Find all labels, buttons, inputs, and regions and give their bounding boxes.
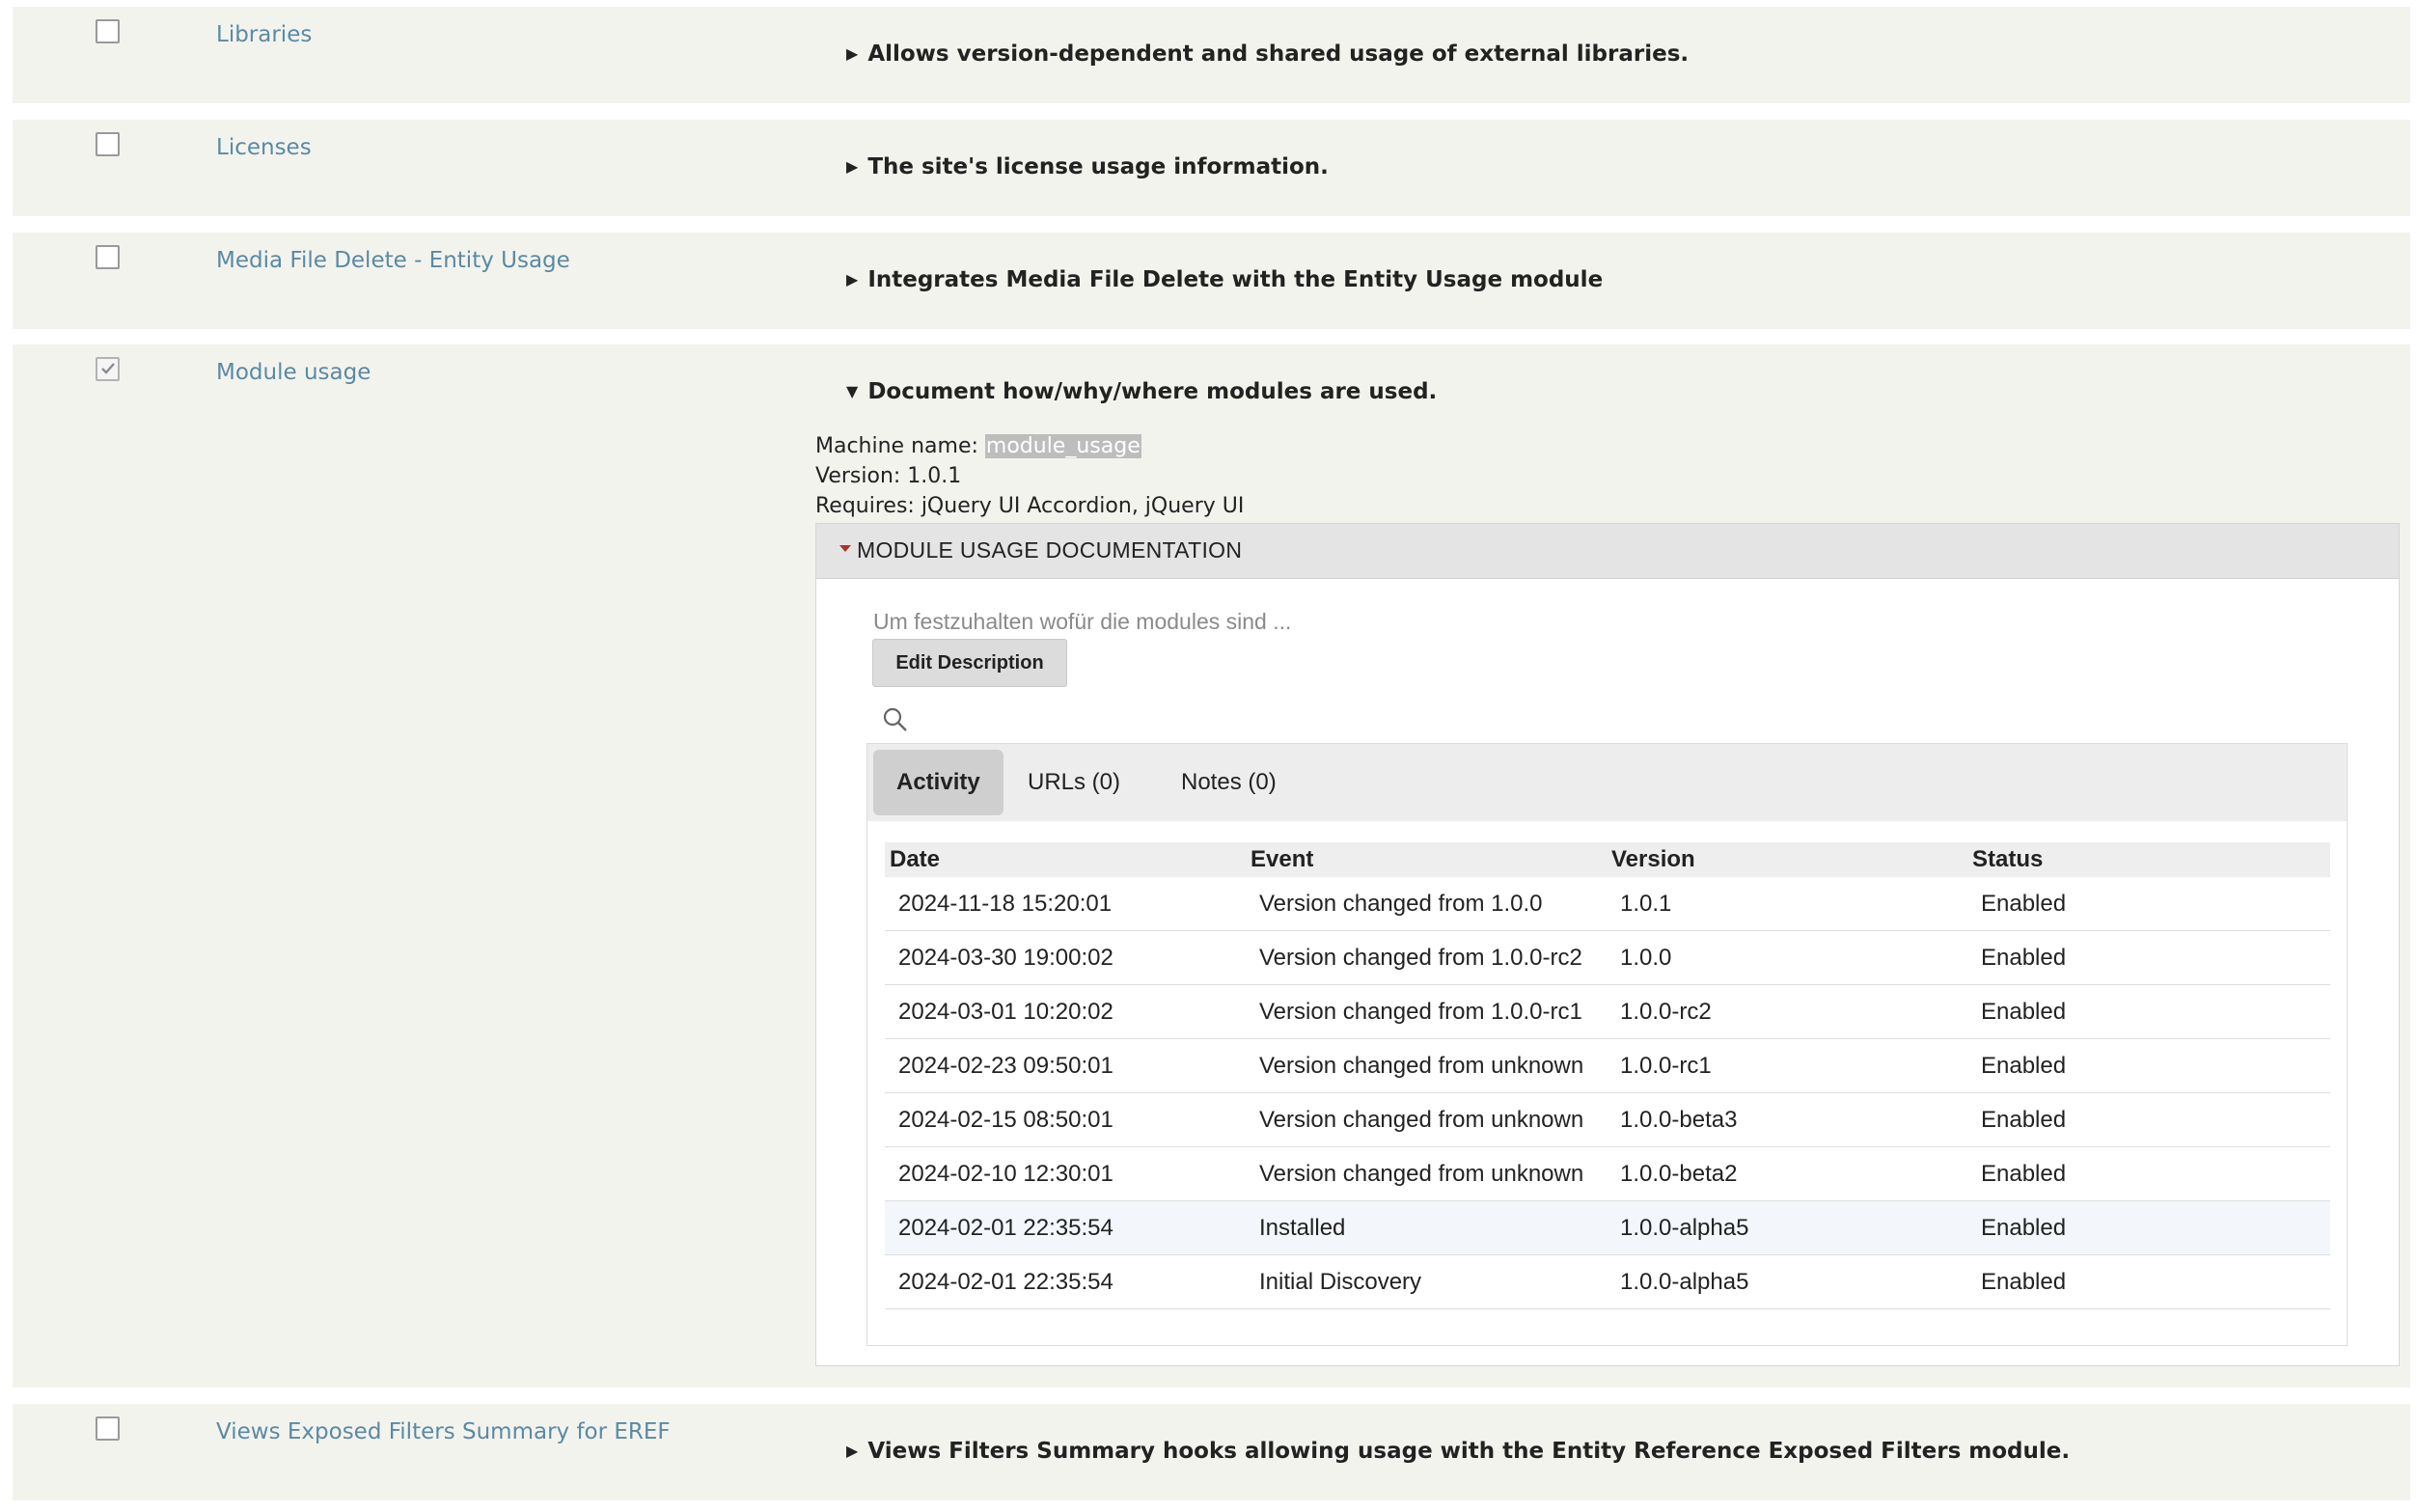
module-name-link[interactable]: Media File Delete - Entity Usage [216,248,570,273]
cell-status: Enabled [1981,999,2067,1025]
module-name-link[interactable]: Module usage [216,360,371,385]
column-header-date[interactable]: Date [890,846,940,873]
module-summary-toggle[interactable]: ▶ The site's license usage information. [846,154,1329,179]
module-name-link[interactable]: Licenses [216,135,312,160]
module-summary-text: The site's license usage information. [867,154,1329,179]
module-checkbox[interactable] [96,19,120,43]
module-summary-text: Views Filters Summary hooks allowing usa… [867,1439,2071,1464]
module-usage-accordion: MODULE USAGE DOCUMENTATION Um festzuhalt… [815,523,2400,1366]
expand-triangle-icon: ▶ [846,44,859,63]
module-row-licenses: Licenses ▶ The site's license usage infor… [13,120,2410,216]
tab-activity[interactable]: Activity [873,750,1003,815]
module-summary-toggle[interactable]: ▶ Integrates Media File Delete with the E… [846,267,1603,292]
column-header-status[interactable]: Status [1972,846,2043,873]
search-icon[interactable] [882,706,909,733]
cell-event: Installed [1259,1215,1346,1241]
requires-line: Requires: jQuery UI Accordion, jQuery UI [815,494,1245,518]
module-description: Um festzuhalten wofür die modules sind .… [873,609,1292,634]
table-row: 2024-02-15 08:50:01 Version changed from… [885,1093,2330,1147]
table-row: 2024-02-01 22:35:54 Initial Discovery 1.… [885,1255,2330,1309]
cell-version: 1.0.0-rc2 [1620,999,1712,1025]
machine-name-value: module_usage [984,434,1141,458]
cell-version: 1.0.0 [1620,945,1672,971]
cell-event: Version changed from 1.0.0 [1259,891,1543,917]
table-header: Date Event Version Status [885,842,2330,877]
tab-notes[interactable]: Notes (0) [1158,750,1300,815]
cell-date: 2024-02-15 08:50:01 [898,1107,1113,1133]
machine-name-label: Machine name: [815,434,978,458]
module-summary-toggle[interactable]: ▼ Document how/why/where modules are used… [846,379,1437,404]
cell-version: 1.0.0-beta2 [1620,1161,1738,1187]
module-row-libraries: Libraries ▶ Allows version-dependent and … [13,7,2410,103]
module-checkbox[interactable] [96,132,120,156]
cell-event: Version changed from 1.0.0-rc2 [1259,945,1582,971]
module-summary-text: Document how/why/where modules are used. [867,379,1438,404]
module-checkbox[interactable] [96,1416,120,1441]
expand-triangle-icon: ▶ [846,270,859,289]
module-summary-text: Integrates Media File Delete with the En… [867,267,1604,292]
table-row: 2024-11-18 15:20:01 Version changed from… [885,877,2330,931]
cell-event: Version changed from 1.0.0-rc1 [1259,999,1582,1025]
collapse-triangle-icon: ▼ [846,382,859,400]
cell-version: 1.0.0-alpha5 [1620,1215,1749,1241]
cell-status: Enabled [1981,1053,2067,1079]
module-checkbox[interactable] [96,357,120,381]
module-summary-text: Allows version-dependent and shared usag… [867,41,1690,67]
cell-version: 1.0.1 [1620,891,1672,917]
cell-date: 2024-02-01 22:35:54 [898,1269,1113,1295]
cell-version: 1.0.0-beta3 [1620,1107,1738,1133]
cell-status: Enabled [1981,891,2067,917]
caret-down-icon [839,545,851,552]
table-row: 2024-02-01 22:35:54 Installed 1.0.0-alph… [885,1201,2330,1255]
column-header-event[interactable]: Event [1251,846,1313,873]
expand-triangle-icon: ▶ [846,157,859,176]
module-checkbox[interactable] [96,245,120,269]
cell-date: 2024-02-01 22:35:54 [898,1215,1113,1241]
cell-event: Initial Discovery [1259,1269,1422,1295]
cell-status: Enabled [1981,1215,2067,1241]
cell-date: 2024-02-10 12:30:01 [898,1161,1113,1187]
table-row: 2024-02-10 12:30:01 Version changed from… [885,1147,2330,1201]
module-name-link[interactable]: Views Exposed Filters Summary for EREF [216,1419,671,1444]
cell-date: 2024-03-30 19:00:02 [898,945,1113,971]
accordion-header[interactable]: MODULE USAGE DOCUMENTATION [816,524,2399,579]
table-row: 2024-03-01 10:20:02 Version changed from… [885,985,2330,1039]
machine-name-line: Machine name: module_usage [815,434,1141,458]
module-summary-toggle[interactable]: ▶ Views Filters Summary hooks allowing us… [846,1439,2070,1464]
cell-status: Enabled [1981,1161,2067,1187]
tabs-bar: Activity URLs (0) Notes (0) [867,744,2347,821]
module-summary-toggle[interactable]: ▶ Allows version-dependent and shared usa… [846,41,1689,67]
edit-description-button[interactable]: Edit Description [872,639,1067,687]
cell-status: Enabled [1981,1269,2067,1295]
cell-date: 2024-11-18 15:20:01 [898,891,1113,917]
expand-triangle-icon: ▶ [846,1442,859,1460]
tab-urls[interactable]: URLs (0) [1004,750,1143,815]
cell-version: 1.0.0-alpha5 [1620,1269,1749,1295]
cell-event: Version changed from unknown [1259,1107,1584,1133]
column-header-version[interactable]: Version [1611,846,1695,873]
module-name-link[interactable]: Libraries [216,22,312,47]
version-line: Version: 1.0.1 [815,464,962,488]
cell-status: Enabled [1981,1107,2067,1133]
checkmark-icon [101,363,115,374]
accordion-title: MODULE USAGE DOCUMENTATION [857,537,1243,563]
cell-version: 1.0.0-rc1 [1620,1053,1712,1079]
module-row-media-file-delete: Media File Delete - Entity Usage ▶ Integr… [13,233,2410,329]
cell-date: 2024-03-01 10:20:02 [898,999,1113,1025]
table-row: 2024-02-23 09:50:01 Version changed from… [885,1039,2330,1093]
usage-tabs-panel: Activity URLs (0) Notes (0) Date Event V… [866,743,2348,1346]
cell-date: 2024-02-23 09:50:01 [898,1053,1113,1079]
table-row: 2024-03-30 19:00:02 Version changed from… [885,931,2330,985]
cell-event: Version changed from unknown [1259,1053,1584,1079]
module-row-views-exposed-filters-summary: Views Exposed Filters Summary for EREF ▶… [13,1404,2410,1500]
cell-status: Enabled [1981,945,2067,971]
cell-event: Version changed from unknown [1259,1161,1584,1187]
